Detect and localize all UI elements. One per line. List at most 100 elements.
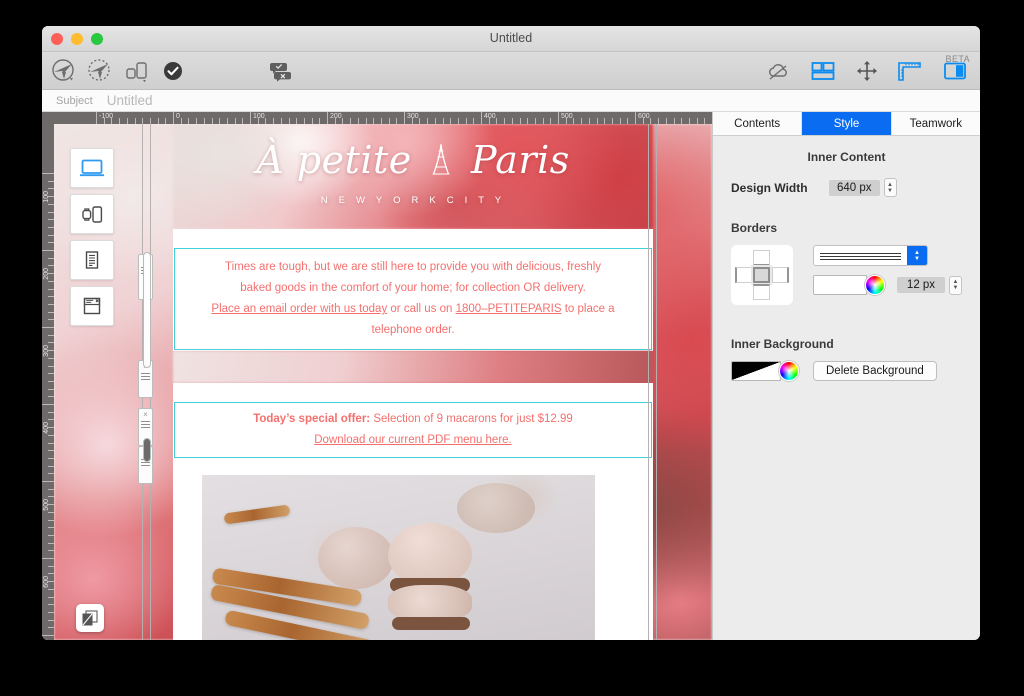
send-button[interactable] xyxy=(48,55,82,87)
offer-label: Today’s special offer: xyxy=(253,413,371,425)
border-edge-left[interactable] xyxy=(735,267,752,283)
ruler-tick xyxy=(48,419,54,421)
sidebar-item-plaintext-preview[interactable] xyxy=(70,240,114,280)
layout-icon[interactable] xyxy=(806,55,840,87)
comments-icon[interactable] xyxy=(264,55,298,87)
ruler-tick xyxy=(48,226,54,228)
ruler-tick xyxy=(635,112,636,124)
chevron-updown-icon[interactable]: ▲ ▼ xyxy=(907,246,927,265)
phone-link[interactable]: 1800–PETITEPARIS xyxy=(456,303,562,315)
sidebar-item-desktop-preview[interactable] xyxy=(70,148,114,188)
ruler-tick xyxy=(481,112,482,124)
tab-teamwork[interactable]: Teamwork xyxy=(890,112,980,135)
spacer-row[interactable] xyxy=(173,229,653,247)
row-scrollbar[interactable] xyxy=(143,438,151,462)
border-color-swatch[interactable] xyxy=(813,275,867,295)
cinnamon-stick xyxy=(223,504,291,525)
ruler-tick xyxy=(48,265,54,267)
vertical-ruler[interactable]: 100200300400500600700 xyxy=(42,124,54,640)
ruler-tick xyxy=(48,465,54,467)
border-edge-top[interactable] xyxy=(753,250,770,266)
ruler-tick xyxy=(119,118,121,124)
delete-row-icon[interactable]: × xyxy=(143,411,148,419)
offer-row[interactable]: Today’s special offer: Selection of 9 ma… xyxy=(173,401,653,459)
border-edge-right[interactable] xyxy=(772,267,789,283)
ruler-tick xyxy=(457,118,459,124)
border-color-row: 12 px ▲ ▼ xyxy=(813,275,962,295)
drag-grip-icon[interactable] xyxy=(141,421,150,430)
image-strip-row[interactable] xyxy=(173,351,653,383)
ruler-tick xyxy=(48,319,54,321)
ruler-tick xyxy=(48,581,54,583)
ruler-label: 300 xyxy=(407,113,419,120)
border-width-input[interactable]: 12 px xyxy=(897,277,945,293)
design-width-stepper[interactable]: ▲ ▼ xyxy=(883,178,897,197)
row-scrollbar[interactable] xyxy=(143,252,151,368)
ruler-tick xyxy=(704,118,706,124)
email-order-link[interactable]: Place an email order with us today xyxy=(211,303,387,315)
ruler-tick xyxy=(658,118,660,124)
ruler-tick xyxy=(365,118,367,124)
validate-icon[interactable] xyxy=(156,55,190,87)
ruler-tick xyxy=(211,118,213,124)
inner-content-title: Inner Content xyxy=(807,150,886,164)
ruler-tick xyxy=(642,118,644,124)
offer-text[interactable]: Today’s special offer: Selection of 9 ma… xyxy=(173,401,653,459)
border-edge-bottom[interactable] xyxy=(753,284,770,300)
drag-grip-icon[interactable] xyxy=(141,373,150,382)
design-canvas[interactable]: À petite Paris N E W Y O R K C I T Y Tim… xyxy=(54,124,712,640)
send-test-icon[interactable] xyxy=(84,55,118,87)
design-width-input[interactable]: 640 px xyxy=(829,179,880,196)
ruler-label: 100 xyxy=(253,113,265,120)
border-edge-center[interactable] xyxy=(751,265,772,285)
ruler-tick xyxy=(396,118,398,124)
ruler-tick xyxy=(504,118,506,124)
sidebar-item-browser-preview[interactable] xyxy=(70,286,114,326)
guide-line[interactable] xyxy=(656,124,657,640)
ruler-tick xyxy=(411,118,413,124)
macaron-photo[interactable] xyxy=(202,475,595,640)
pdf-menu-link[interactable]: Download our current PDF menu here. xyxy=(314,434,512,446)
macaron-image-row[interactable] xyxy=(173,459,653,640)
border-width-stepper[interactable]: ▲ ▼ xyxy=(949,275,962,295)
macaron-back xyxy=(318,527,394,589)
border-edge-selector[interactable] xyxy=(731,245,793,305)
layers-button[interactable] xyxy=(76,604,104,632)
window-title: Untitled xyxy=(489,31,533,45)
ruler-tick xyxy=(111,118,113,124)
border-style-dropdown[interactable]: ▲ ▼ xyxy=(813,245,928,266)
cloud-icon[interactable] xyxy=(762,55,796,87)
ruler-corner xyxy=(42,112,54,124)
delete-background-button[interactable]: Delete Background xyxy=(813,361,937,381)
ruler-tick xyxy=(48,373,54,375)
color-wheel-icon[interactable] xyxy=(779,361,799,381)
ruler-tick xyxy=(280,118,282,124)
spacer-row-2[interactable] xyxy=(173,383,653,401)
ruler-tick xyxy=(619,118,621,124)
color-wheel-icon[interactable] xyxy=(865,275,885,295)
ruler-tick xyxy=(611,118,613,124)
ruler-tick xyxy=(48,334,54,336)
move-icon[interactable] xyxy=(850,55,884,87)
ruler-tick xyxy=(450,118,452,124)
sidebar-item-mobile-preview[interactable] xyxy=(70,194,114,234)
guide-line[interactable] xyxy=(648,124,649,640)
ruler-tick xyxy=(48,188,54,190)
ruler-tick xyxy=(627,118,629,124)
ruler-tick xyxy=(496,118,498,124)
horizontal-ruler[interactable]: -1000100200300400500600700 xyxy=(54,112,712,124)
ruler-icon[interactable] xyxy=(894,55,928,87)
ruler-tick xyxy=(565,118,567,124)
ruler-tick xyxy=(48,627,54,629)
ruler-tick xyxy=(48,303,54,305)
borders-title: Borders xyxy=(731,221,778,235)
tab-style[interactable]: Style xyxy=(801,112,891,135)
ruler-tick xyxy=(296,118,298,124)
ruler-tick xyxy=(48,380,54,382)
intro-text-row[interactable]: Times are tough, but we are still here t… xyxy=(173,247,653,351)
tab-contents[interactable]: Contents xyxy=(713,112,801,135)
inner-background-swatch[interactable] xyxy=(731,361,781,381)
device-preview-icon[interactable] xyxy=(120,55,154,87)
subject-input[interactable]: Untitled xyxy=(107,93,153,108)
intro-text[interactable]: Times are tough, but we are still here t… xyxy=(173,247,653,351)
